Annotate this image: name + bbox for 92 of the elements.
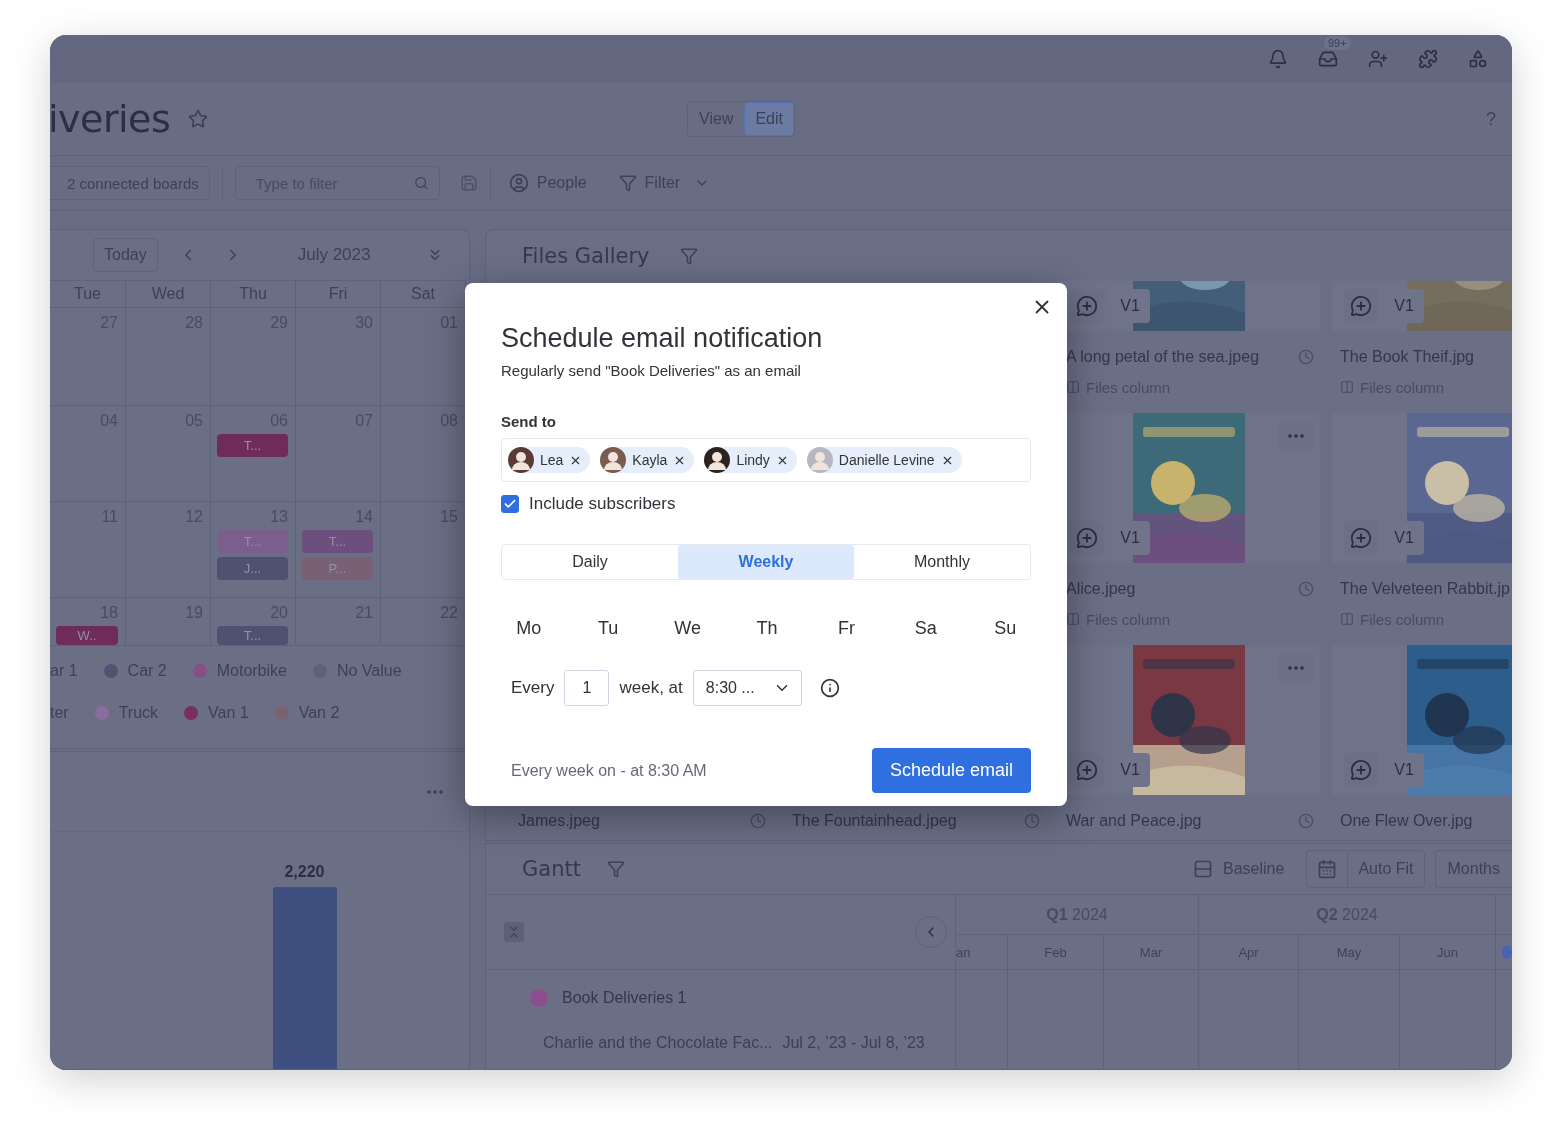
column-icon bbox=[1066, 380, 1080, 394]
file-thumbnail-area[interactable]: V1 bbox=[1332, 413, 1512, 563]
schedule-summary: Every week on - at 8:30 AM bbox=[511, 761, 707, 780]
recipients-field[interactable]: Lea Kayla Lindy Danielle Levine bbox=[501, 438, 1031, 482]
save-icon[interactable] bbox=[459, 174, 478, 192]
recipient-chip[interactable]: Lea bbox=[508, 447, 591, 473]
frequency-tab[interactable]: Weekly bbox=[678, 545, 854, 579]
comment-plus-icon bbox=[1076, 527, 1098, 549]
add-comment-button[interactable] bbox=[1070, 289, 1104, 323]
notifications-icon[interactable] bbox=[1268, 49, 1288, 69]
more-icon bbox=[427, 789, 443, 794]
file-name[interactable]: The Velveteen Rabbit.jp bbox=[1340, 580, 1510, 598]
column-icon bbox=[1340, 612, 1354, 626]
puzzle-icon[interactable] bbox=[1418, 49, 1438, 69]
recipient-name: Danielle Levine bbox=[838, 452, 935, 468]
calendar-event[interactable]: W.. bbox=[56, 626, 118, 645]
every-label: Every bbox=[511, 678, 555, 698]
recipient-chip[interactable]: Lindy bbox=[704, 447, 797, 473]
comment-plus-icon bbox=[1350, 295, 1372, 317]
avatar-icon bbox=[806, 447, 833, 473]
clock-icon[interactable] bbox=[750, 813, 766, 829]
avatar-icon bbox=[704, 447, 731, 473]
comment-plus-icon bbox=[1076, 295, 1098, 317]
star-icon[interactable] bbox=[188, 109, 209, 129]
dialog-title: Schedule email notification bbox=[501, 323, 824, 354]
more-icon bbox=[1288, 666, 1304, 670]
file-thumbnail-area[interactable]: V1 bbox=[1058, 281, 1320, 331]
checkbox-label: Include subscribers bbox=[529, 494, 676, 514]
shapes-icon[interactable] bbox=[1468, 49, 1488, 69]
weekday-toggle[interactable]: We bbox=[669, 610, 706, 646]
recipient-chip[interactable]: Kayla bbox=[600, 447, 695, 473]
dialog-subtitle: Regularly send "Book Deliveries" as an email bbox=[501, 362, 802, 379]
clock-icon[interactable] bbox=[1024, 813, 1040, 829]
calendar-event[interactable]: J... bbox=[217, 557, 288, 580]
weekday-toggle[interactable]: Mo bbox=[510, 610, 547, 646]
filter-icon bbox=[618, 174, 637, 192]
file-thumbnail-area[interactable]: V1 bbox=[1332, 645, 1512, 795]
info-icon[interactable] bbox=[819, 678, 840, 698]
board-title: iveries bbox=[50, 97, 171, 141]
calendar-event[interactable]: T... bbox=[302, 530, 373, 553]
help-icon[interactable]: ? bbox=[1486, 108, 1496, 130]
calendar-event[interactable]: T... bbox=[217, 434, 288, 457]
file-name[interactable]: The Book Theif.jpg bbox=[1340, 348, 1474, 366]
comment-plus-icon bbox=[1350, 527, 1372, 549]
weekday-toggle[interactable]: Sa bbox=[907, 610, 944, 646]
recipient-name: Kayla bbox=[632, 452, 668, 468]
recipient-chip[interactable]: Danielle Levine bbox=[806, 447, 962, 473]
file-thumbnail-area[interactable]: V1 bbox=[1332, 281, 1512, 331]
more-icon bbox=[1288, 434, 1304, 438]
file-name[interactable]: One Flew Over.jpg bbox=[1340, 812, 1473, 830]
frequency-tab[interactable]: Monthly bbox=[854, 545, 1030, 579]
today-marker bbox=[1502, 945, 1512, 959]
weekday-toggle[interactable]: Th bbox=[749, 610, 785, 646]
weekday-toggle[interactable]: Su bbox=[987, 610, 1024, 646]
mode-tab[interactable]: Edit bbox=[744, 102, 794, 136]
collapse-all-button[interactable] bbox=[504, 922, 524, 942]
file-name[interactable]: War and Peace.jpg bbox=[1066, 812, 1202, 830]
frequency-tab[interactable]: Daily bbox=[502, 545, 678, 579]
schedule-email-button[interactable]: Schedule email bbox=[872, 748, 1031, 793]
person-icon bbox=[508, 173, 529, 193]
calendar-event[interactable]: T... bbox=[217, 626, 288, 645]
weekday-toggle[interactable]: Fr bbox=[828, 610, 865, 646]
more-button[interactable] bbox=[427, 789, 443, 794]
file-name[interactable]: Alice.jpeg bbox=[1066, 580, 1136, 598]
column-icon bbox=[1066, 612, 1080, 626]
unit-label: week, at bbox=[619, 678, 683, 698]
recipient-name: Lea bbox=[540, 452, 564, 468]
avatar-icon bbox=[508, 447, 534, 473]
column-icon bbox=[1340, 380, 1354, 394]
recipient-name: Lindy bbox=[736, 452, 770, 468]
rows-icon bbox=[1193, 859, 1213, 879]
comment-plus-icon bbox=[1350, 759, 1372, 781]
clock-icon[interactable] bbox=[1298, 349, 1314, 365]
search-icon bbox=[414, 175, 429, 191]
filter-icon[interactable] bbox=[606, 860, 625, 878]
collapse-icon bbox=[507, 925, 521, 939]
check-icon bbox=[503, 497, 517, 511]
checkbox[interactable] bbox=[501, 495, 519, 513]
interval-field[interactable]: 1 bbox=[564, 670, 610, 706]
weekday-toggle[interactable]: Tu bbox=[590, 610, 627, 646]
invite-icon[interactable] bbox=[1368, 49, 1388, 69]
bar-value-label: 2,220 bbox=[284, 863, 325, 881]
comment-plus-icon bbox=[1076, 759, 1098, 781]
group-name: Book Deliveries 1 bbox=[562, 989, 687, 1007]
inbox-icon[interactable] bbox=[1318, 49, 1338, 69]
send-to-label: Send to bbox=[501, 413, 557, 430]
avatar-icon bbox=[600, 447, 627, 473]
filter-icon[interactable] bbox=[679, 246, 698, 265]
clock-icon[interactable] bbox=[1298, 813, 1314, 829]
calendar-icon[interactable] bbox=[1317, 859, 1338, 879]
clock-icon[interactable] bbox=[1298, 581, 1314, 597]
time-dropdown[interactable]: 8:30 ... bbox=[692, 670, 802, 706]
